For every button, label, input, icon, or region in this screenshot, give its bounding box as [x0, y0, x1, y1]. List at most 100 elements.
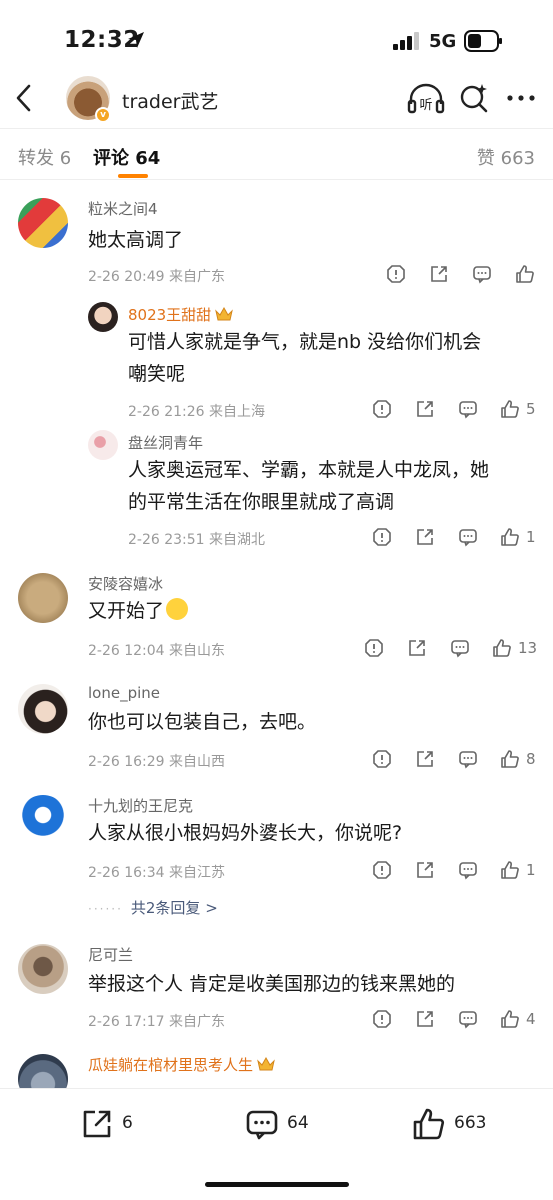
like-button[interactable]: 1 [500, 527, 536, 549]
like-bar-button[interactable]: 663 [412, 1107, 486, 1141]
share-button[interactable] [429, 264, 449, 286]
verified-badge-icon: v [95, 107, 111, 123]
divider-dots: ······ [88, 902, 123, 916]
comment-meta: 2-26 16:29 来自山西 [88, 754, 226, 770]
report-icon [365, 639, 383, 657]
battery-icon [464, 30, 502, 52]
share-icon [83, 1110, 111, 1138]
like-button[interactable]: 13 [492, 638, 537, 660]
reply-meta: 2-26 23:51 来自湖北 [128, 532, 266, 548]
repost-button[interactable]: 6 [80, 1107, 133, 1141]
replier-name[interactable]: 盘丝洞青年 [128, 432, 203, 453]
share-button[interactable] [407, 638, 427, 660]
report-button[interactable] [372, 399, 392, 421]
tab-reposts[interactable]: 转发 6 [18, 144, 71, 170]
like-count: 1 [526, 528, 536, 546]
like-button[interactable]: 5 [500, 399, 536, 421]
like-count: 4 [526, 1010, 536, 1028]
comment-button[interactable] [458, 860, 478, 882]
report-button[interactable] [372, 749, 392, 771]
share-icon [417, 751, 433, 767]
replier-name[interactable]: 8023王甜甜 [128, 304, 234, 325]
comment-button[interactable] [458, 1009, 478, 1031]
back-arrow-icon[interactable] [10, 80, 38, 116]
author-name[interactable]: trader武艺 [122, 87, 218, 114]
share-button[interactable] [415, 860, 435, 882]
commenter-avatar[interactable] [18, 795, 68, 845]
more-dots-icon[interactable] [505, 90, 537, 106]
more-replies-link[interactable]: 共2条回复 > [131, 899, 218, 917]
comment-button[interactable] [458, 527, 478, 549]
like-icon [501, 750, 519, 768]
comment-button[interactable] [458, 399, 478, 421]
comment-button[interactable] [450, 638, 470, 660]
comment-button[interactable] [472, 264, 492, 286]
share-button[interactable] [415, 527, 435, 549]
like-icon [493, 639, 511, 657]
comment-meta: 2-26 17:17 来自广东 [88, 1014, 226, 1030]
commenter-avatar[interactable] [18, 944, 68, 994]
like-icon [501, 400, 519, 418]
comment-button[interactable] [458, 749, 478, 771]
comment-icon [459, 1011, 477, 1029]
comment-meta: 2-26 12:04 来自山东 [88, 643, 226, 659]
comment-count: 64 [287, 1113, 309, 1133]
search-sparkle-icon[interactable] [458, 82, 490, 114]
comment-icon [459, 529, 477, 547]
nav-header: v trader武艺 听 [0, 70, 553, 128]
crown-icon [215, 306, 234, 321]
like-count: 13 [518, 639, 538, 657]
commenter-avatar[interactable] [18, 198, 68, 248]
network-type: 5G [429, 31, 457, 52]
share-button[interactable] [415, 749, 435, 771]
replier-avatar[interactable] [88, 302, 118, 332]
view-more-replies[interactable]: ······ 共2条回复 > [88, 897, 218, 918]
like-count: 5 [526, 400, 536, 418]
comment-actions: 1 [372, 860, 542, 884]
comment-text: 举报这个人 肯定是收美国那边的钱来黑她的 [88, 973, 456, 995]
like-icon [516, 265, 534, 283]
report-button[interactable] [364, 638, 384, 660]
status-bar: 12:32 5G [0, 0, 553, 80]
report-button[interactable] [372, 527, 392, 549]
report-icon [373, 750, 391, 768]
like-icon [501, 528, 519, 546]
comment-meta: 2-26 16:34 来自江苏 [88, 865, 226, 881]
comment-icon [459, 751, 477, 769]
report-button[interactable] [372, 860, 392, 882]
commenter-name[interactable]: lone_pine [88, 684, 160, 702]
report-icon [373, 528, 391, 546]
like-button[interactable]: 1 [500, 860, 536, 882]
comment-icon [451, 640, 469, 658]
comment-icon [459, 401, 477, 419]
commenter-avatar[interactable] [18, 573, 68, 623]
comment-actions [386, 264, 536, 288]
replier-avatar[interactable] [88, 430, 118, 460]
headphone-listen-icon[interactable]: 听 [407, 82, 445, 116]
like-button[interactable] [515, 264, 535, 286]
like-button[interactable]: 4 [500, 1009, 536, 1031]
report-icon [373, 1010, 391, 1028]
share-button[interactable] [415, 399, 435, 421]
report-button[interactable] [372, 1009, 392, 1031]
share-button[interactable] [415, 1009, 435, 1031]
comment-meta: 2-26 20:49 来自广东 [88, 269, 226, 285]
comment-bar-button[interactable]: 64 [245, 1107, 309, 1141]
commenter-name[interactable]: 尼可兰 [88, 944, 133, 965]
comment-icon [473, 266, 491, 284]
like-count: 1 [526, 861, 536, 879]
crown-icon [257, 1056, 275, 1071]
commenter-name[interactable]: 十九划的王尼克 [88, 795, 193, 816]
commenter-name[interactable]: 安陵容嬉冰 [88, 573, 163, 594]
detail-tabs: 转发 6 评论 64 赞 663 [0, 128, 553, 180]
tab-likes[interactable]: 赞 663 [477, 144, 535, 170]
tab-comments[interactable]: 评论 64 [93, 144, 160, 170]
commenter-avatar[interactable] [18, 684, 68, 734]
signal-icon [393, 32, 419, 50]
report-button[interactable] [386, 264, 406, 286]
commenter-name[interactable]: 粒米之间4 [88, 198, 158, 219]
share-icon [431, 266, 447, 282]
like-button[interactable]: 8 [500, 749, 536, 771]
commenter-name[interactable]: 瓜娃躺在棺材里思考人生 [88, 1054, 275, 1075]
svg-text:听: 听 [419, 98, 432, 113]
